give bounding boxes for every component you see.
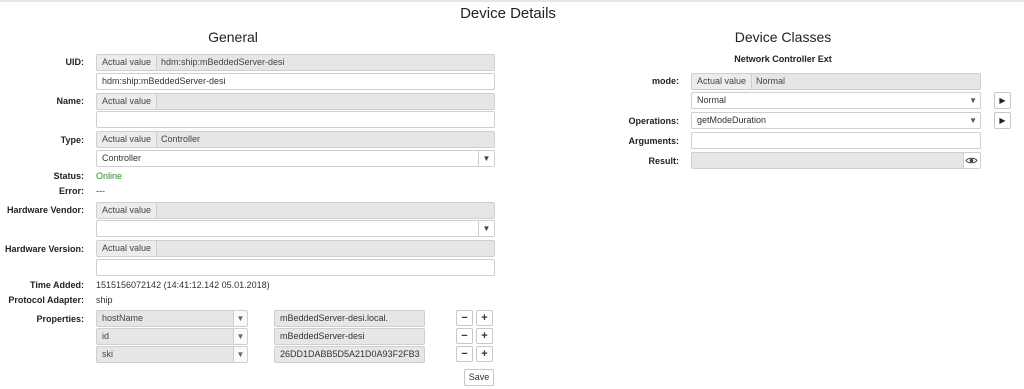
device-class-name: Network Controller Ext [734,54,832,64]
remove-property-button[interactable]: − [456,328,473,344]
eye-icon[interactable] [963,153,980,168]
property-key-select[interactable]: ski ▼ [96,346,248,363]
device-classes-section-title: Device Classes [734,29,832,45]
hardware-version-input[interactable] [96,259,495,276]
general-section-title: General [208,29,258,45]
actual-value-addon: Actual value [97,241,158,256]
name-input[interactable] [96,111,495,128]
uid-label: UID: [65,57,85,67]
run-operation-button[interactable]: ▶ [994,112,1011,129]
minus-icon: − [461,348,468,360]
uid-input[interactable]: hdm:ship:mBeddedServer-desi [96,73,495,90]
plus-icon: + [481,348,488,360]
chevron-down-icon: ▼ [969,96,977,105]
hardware-vendor-actual-text [156,203,161,218]
mode-label: mode: [652,76,679,86]
chevron-down-icon: ▼ [478,151,494,166]
result-field [691,152,981,169]
minus-icon: − [461,330,468,342]
hardware-vendor-select[interactable]: ▼ [96,220,495,237]
uid-actual-text: hdm:ship:mBeddedServer-desi [161,57,285,67]
error-label: Error: [58,186,84,196]
actual-value-addon: Actual value [692,74,753,89]
property-key-text: id [102,331,110,341]
actual-value-addon: Actual value [97,55,158,70]
hardware-version-actual-text [156,241,161,256]
add-property-button[interactable]: + [476,328,493,344]
type-label: Type: [60,135,84,145]
minus-icon: − [461,312,468,324]
type-actual-value: Actual value Controller [96,131,495,148]
top-divider [0,0,1024,2]
mode-actual-value: Actual value Normal [691,73,981,90]
property-key-text: hostName [102,313,144,323]
add-property-button[interactable]: + [476,310,493,326]
plus-icon: + [481,330,488,342]
set-mode-button[interactable]: ▶ [994,92,1011,109]
type-select-value: Controller [102,153,142,163]
status-label: Status: [53,171,84,181]
chevron-down-icon: ▼ [233,329,247,344]
mode-actual-text: Normal [756,76,786,86]
property-value-field[interactable]: 26DD1DABB5D5A21D0A93F2FB3 [274,346,425,363]
remove-property-button[interactable]: − [456,346,473,362]
operations-select-value: getModeDuration [697,115,767,125]
name-label: Name: [56,96,84,106]
protocol-adapter-label: Protocol Adapter: [8,295,84,305]
chevron-down-icon: ▼ [233,311,247,326]
arguments-label: Arguments: [628,136,679,146]
page-title: Device Details [460,5,556,22]
plus-icon: + [481,312,488,324]
result-text [692,155,697,165]
property-value-field[interactable]: mBeddedServer-desi.local. [274,310,425,327]
hardware-vendor-label: Hardware Vendor: [6,205,84,215]
error-value: --- [96,186,105,196]
hardware-vendor-actual-value: Actual value [96,202,495,219]
chevron-down-icon: ▼ [478,221,494,236]
actual-value-addon: Actual value [97,94,158,109]
name-actual-value: Actual value [96,93,495,110]
add-property-button[interactable]: + [476,346,493,362]
name-actual-text [156,94,161,109]
play-icon: ▶ [999,116,1006,125]
time-added-value: 1515156072142 (14:41:12.142 05.01.2018) [96,280,270,290]
remove-property-button[interactable]: − [456,310,473,326]
chevron-down-icon: ▼ [969,116,977,125]
play-icon: ▶ [999,96,1006,105]
property-value-field[interactable]: mBeddedServer-desi [274,328,425,345]
hardware-version-label: Hardware Version: [4,244,84,254]
property-key-text: ski [102,349,113,359]
property-key-select[interactable]: hostName ▼ [96,310,248,327]
chevron-down-icon: ▼ [233,347,247,362]
type-select[interactable]: Controller ▼ [96,150,495,167]
operations-select[interactable]: getModeDuration ▼ [691,112,981,129]
protocol-adapter-value: ship [96,295,113,305]
actual-value-addon: Actual value [97,132,158,147]
status-value: Online [96,171,123,181]
arguments-input[interactable] [691,132,981,149]
hardware-version-actual-value: Actual value [96,240,495,257]
actual-value-addon: Actual value [97,203,158,218]
time-added-label: Time Added: [29,280,84,290]
operations-label: Operations: [628,116,679,126]
mode-select[interactable]: Normal ▼ [691,92,981,109]
mode-select-value: Normal [697,95,727,105]
properties-label: Properties: [36,314,84,324]
property-key-select[interactable]: id ▼ [96,328,248,345]
result-label: Result: [648,156,679,166]
uid-actual-value: Actual value hdm:ship:mBeddedServer-desi [96,54,495,71]
save-button[interactable]: Save [464,369,494,386]
type-actual-text: Controller [161,134,201,144]
